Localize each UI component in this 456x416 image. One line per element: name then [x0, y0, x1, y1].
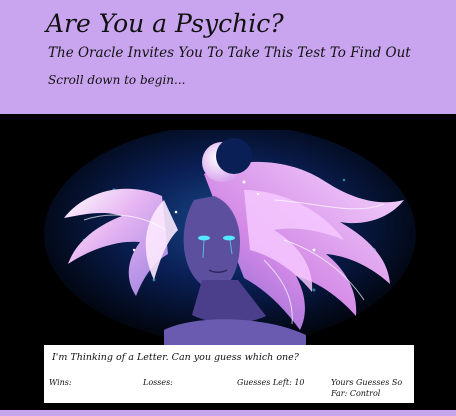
oracle-illustration-icon — [44, 130, 416, 345]
game-prompt: I'm Thinking of a Letter. Can you guess … — [52, 352, 299, 363]
page-subtitle: The Oracle Invites You To Take This Test… — [48, 45, 411, 61]
guesses-left-counter: Guesses Left: 10 — [237, 378, 305, 387]
wins-counter: Wins: — [49, 378, 72, 387]
guesses-so-far: Yours Guesses So Far: Control — [331, 378, 403, 398]
losses-counter: Losses: — [143, 378, 173, 387]
oracle-stage: I'm Thinking of a Letter. Can you guess … — [0, 114, 456, 410]
footer-band — [0, 410, 456, 416]
page-header: Are You a Psychic? The Oracle Invites Yo… — [0, 0, 456, 114]
page-title: Are You a Psychic? — [46, 9, 284, 38]
guessing-game-panel: I'm Thinking of a Letter. Can you guess … — [44, 345, 414, 403]
scroll-hint: Scroll down to begin... — [48, 73, 186, 87]
